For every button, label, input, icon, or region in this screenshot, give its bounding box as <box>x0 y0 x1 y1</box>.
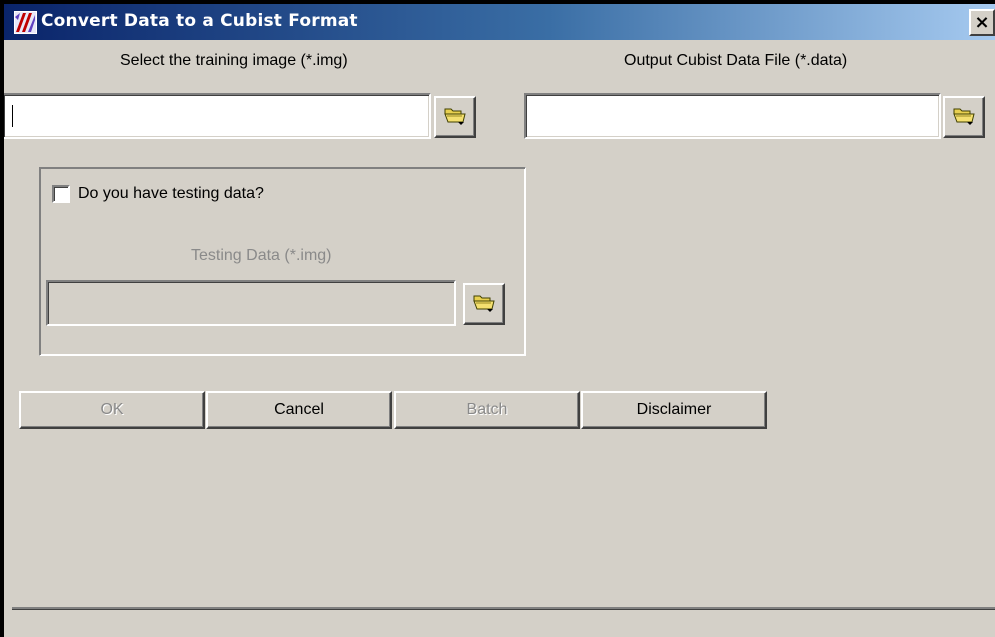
output-browse-button[interactable] <box>943 96 985 138</box>
testing-data-checkbox-label[interactable]: Do you have testing data? <box>78 185 264 203</box>
testing-browse-button[interactable] <box>463 283 505 325</box>
testing-data-checkbox[interactable] <box>52 185 70 203</box>
close-icon: × <box>974 12 990 33</box>
testing-data-field-label: Testing Data (*.img) <box>191 247 332 264</box>
training-image-label: Select the training image (*.img) <box>120 52 348 69</box>
training-image-input[interactable] <box>4 93 431 139</box>
folder-open-icon <box>444 105 466 130</box>
close-button[interactable]: × <box>969 9 995 36</box>
cubist-app-icon <box>14 11 37 34</box>
folder-open-icon <box>473 292 495 317</box>
output-file-label: Output Cubist Data File (*.data) <box>624 52 848 69</box>
training-browse-button[interactable] <box>434 96 476 138</box>
window-title: Convert Data to a Cubist Format <box>41 11 358 31</box>
status-bar <box>12 607 995 637</box>
dialog-window: Convert Data to a Cubist Format × Select… <box>0 0 995 637</box>
folder-open-icon <box>953 105 975 130</box>
cancel-button[interactable]: Cancel <box>206 391 392 429</box>
testing-data-input <box>46 280 456 326</box>
output-file-input[interactable] <box>524 93 941 139</box>
text-caret <box>12 105 13 127</box>
disclaimer-button[interactable]: Disclaimer <box>581 391 767 429</box>
batch-button[interactable]: Batch <box>394 391 580 429</box>
ok-button[interactable]: OK <box>19 391 205 429</box>
title-bar[interactable]: Convert Data to a Cubist Format × <box>4 4 995 40</box>
